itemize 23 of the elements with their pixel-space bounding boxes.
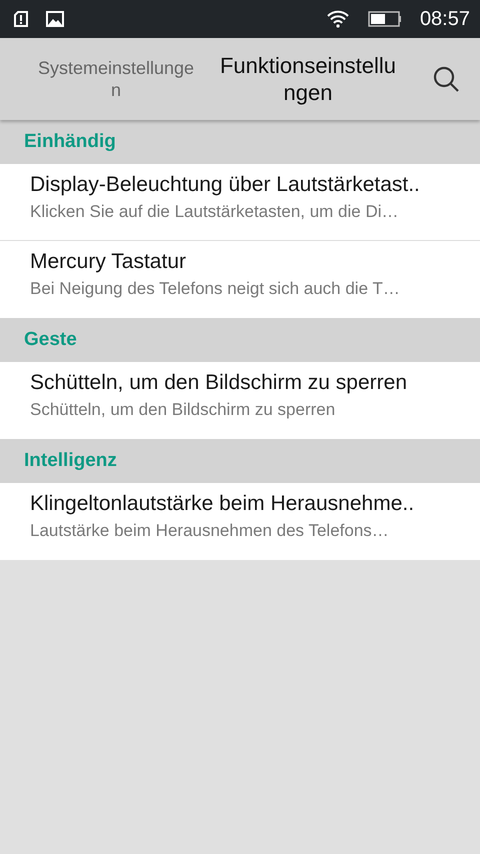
settings-item[interactable]: Schütteln, um den Bildschirm zu sperren Schütteln, um den Bildschirm zu sperren	[0, 362, 480, 439]
clock-time: 08:57	[420, 8, 470, 30]
tab[interactable]: Funktionseinstellungen	[218, 52, 398, 106]
settings-item[interactable]: Display-Beleuchtung über Lautstärketast.. Klicken Sie auf die Lautstärketasten, um die Di…	[0, 164, 480, 241]
item-title: Klingeltonlautstärke beim Herausnehme..	[30, 492, 416, 516]
item-description: Klicken Sie auf die Lautstärketasten, um die Di…	[30, 202, 400, 222]
section-title: Geste	[24, 329, 77, 351]
section-title: Einhändig	[24, 131, 116, 153]
tab[interactable]: Systemeinstellungen	[36, 56, 196, 102]
settings-item[interactable]: Klingeltonlautstärke beim Herausnehme.. Lautstärke beim Herausnehmen des Telefons…	[0, 483, 480, 560]
item-title: Display-Beleuchtung über Lautstärketast..	[30, 173, 421, 197]
search-icon[interactable]	[432, 65, 460, 93]
item-description: Lautstärke beim Herausnehmen des Telefons…	[30, 521, 390, 541]
item-description: Bei Neigung des Telefons neigt sich auch die T…	[30, 279, 401, 299]
section-title: Intelligenz	[24, 450, 117, 472]
image-icon	[46, 11, 64, 27]
item-title: Mercury Tastatur	[30, 250, 187, 274]
battery-icon	[368, 11, 402, 27]
sim-alert-icon	[14, 11, 28, 27]
settings-item[interactable]: Mercury Tastatur Bei Neigung des Telefons neigt sich auch die T…	[0, 241, 480, 318]
item-description: Schütteln, um den Bildschirm zu sperren	[30, 400, 336, 420]
item-title: Schütteln, um den Bildschirm zu sperren	[30, 371, 408, 395]
wifi-icon	[326, 10, 350, 28]
